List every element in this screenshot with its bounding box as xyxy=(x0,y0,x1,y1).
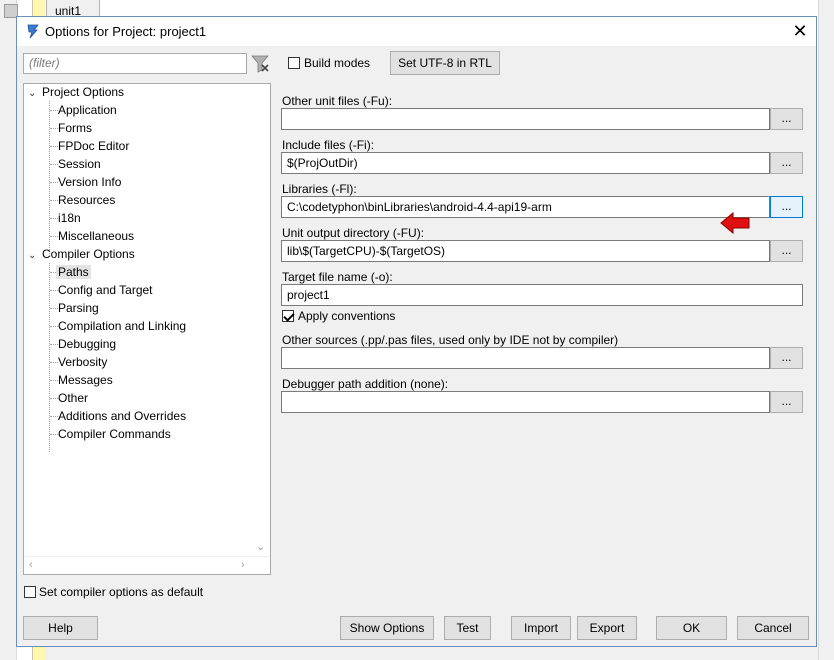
tree-item-i18n[interactable]: i18n xyxy=(58,209,81,227)
tree-item-resources[interactable]: Resources xyxy=(58,191,115,209)
tree-group-project-options[interactable]: Project Options xyxy=(42,83,124,101)
dialog-title: Options for Project: project1 xyxy=(45,24,207,39)
tree-item-session[interactable]: Session xyxy=(58,155,101,173)
ok-button[interactable]: OK xyxy=(656,616,727,640)
show-options-button[interactable]: Show Options xyxy=(340,616,434,640)
libraries-input[interactable]: C:\codetyphon\binLibraries\android-4.4-a… xyxy=(281,196,770,218)
horizontal-scrollbar[interactable]: ‹ › xyxy=(25,556,269,574)
red-arrow-icon xyxy=(720,211,750,235)
include-files-input[interactable]: $(ProjOutDir) xyxy=(281,152,770,174)
ide-left-panel xyxy=(0,0,17,660)
other-sources-input[interactable] xyxy=(281,347,770,369)
debugger-path-input[interactable] xyxy=(281,391,770,413)
export-button[interactable]: Export xyxy=(577,616,637,640)
chevron-down-icon[interactable]: ⌄ xyxy=(28,89,38,99)
debugger-path-label: Debugger path addition (none): xyxy=(282,377,449,391)
project-options-dialog: Options for Project: project1 ✕ (filter)… xyxy=(16,16,817,647)
debugger-path-browse-button[interactable]: ... xyxy=(770,391,803,413)
tree-item-config-and-target[interactable]: Config and Target xyxy=(58,281,153,299)
tree-item-parsing[interactable]: Parsing xyxy=(58,299,99,317)
other-sources-browse-button[interactable]: ... xyxy=(770,347,803,369)
tree-item-miscellaneous[interactable]: Miscellaneous xyxy=(58,227,134,245)
unit-output-browse-button[interactable]: ... xyxy=(770,240,803,262)
set-default-label: Set compiler options as default xyxy=(39,585,204,599)
set-default-checkbox[interactable] xyxy=(24,586,36,598)
set-utf8-button[interactable]: Set UTF-8 in RTL xyxy=(390,51,500,75)
test-button[interactable]: Test xyxy=(444,616,491,640)
other-unit-files-browse-button[interactable]: ... xyxy=(770,108,803,130)
libraries-browse-button[interactable]: ... xyxy=(770,196,803,218)
tree-item-additions-and-overrides[interactable]: Additions and Overrides xyxy=(58,407,186,425)
tree-item-fpdoc-editor[interactable]: FPDoc Editor xyxy=(58,137,129,155)
cancel-button[interactable]: Cancel xyxy=(737,616,809,640)
include-files-label: Include files (-Fi): xyxy=(282,138,375,152)
other-unit-files-input[interactable] xyxy=(281,108,770,130)
build-modes-checkbox[interactable] xyxy=(288,57,300,69)
tree-item-debugging[interactable]: Debugging xyxy=(58,335,116,353)
other-sources-label: Other sources (.pp/.pas files, used only… xyxy=(282,333,619,347)
close-icon[interactable]: ✕ xyxy=(789,21,811,41)
help-button[interactable]: Help xyxy=(23,616,98,640)
scroll-right-icon[interactable]: › xyxy=(241,559,245,571)
apply-conventions-checkbox[interactable] xyxy=(282,310,294,322)
tree-item-other[interactable]: Other xyxy=(58,389,88,407)
libraries-label: Libraries (-Fl): xyxy=(282,182,357,196)
apply-conventions-label: Apply conventions xyxy=(298,309,396,323)
unit-output-label: Unit output directory (-FU): xyxy=(282,226,425,240)
clear-filter-icon[interactable] xyxy=(249,53,271,74)
tree-item-paths[interactable]: Paths xyxy=(56,263,91,281)
scroll-left-icon[interactable]: ‹ xyxy=(29,559,33,571)
tree-item-compilation-and-linking[interactable]: Compilation and Linking xyxy=(58,317,186,335)
options-tree[interactable]: ⌄ Project Options Application Forms FPDo… xyxy=(23,83,271,575)
tree-group-compiler-options[interactable]: Compiler Options xyxy=(42,245,135,263)
target-file-input[interactable]: project1 xyxy=(281,284,803,306)
title-bar: Options for Project: project1 ✕ xyxy=(17,17,816,46)
lazarus-app-icon xyxy=(27,24,39,39)
tree-item-verbosity[interactable]: Verbosity xyxy=(58,353,107,371)
chevron-down-icon[interactable]: ⌄ xyxy=(28,251,38,261)
unit-output-input[interactable]: lib\$(TargetCPU)-$(TargetOS) xyxy=(281,240,770,262)
include-files-browse-button[interactable]: ... xyxy=(770,152,803,174)
build-modes-label: Build modes xyxy=(304,56,371,70)
scroll-down-icon[interactable]: ⌄ xyxy=(256,540,265,553)
import-button[interactable]: Import xyxy=(511,616,571,640)
target-file-label: Target file name (-o): xyxy=(282,270,393,284)
tree-item-messages[interactable]: Messages xyxy=(58,371,113,389)
tree-item-compiler-commands[interactable]: Compiler Commands xyxy=(58,425,171,443)
other-unit-files-label: Other unit files (-Fu): xyxy=(282,94,393,108)
tree-item-version-info[interactable]: Version Info xyxy=(58,173,121,191)
tree-item-application[interactable]: Application xyxy=(58,101,117,119)
ide-right-panel xyxy=(818,0,834,660)
tree-item-forms[interactable]: Forms xyxy=(58,119,92,137)
filter-input[interactable]: (filter) xyxy=(23,53,247,74)
